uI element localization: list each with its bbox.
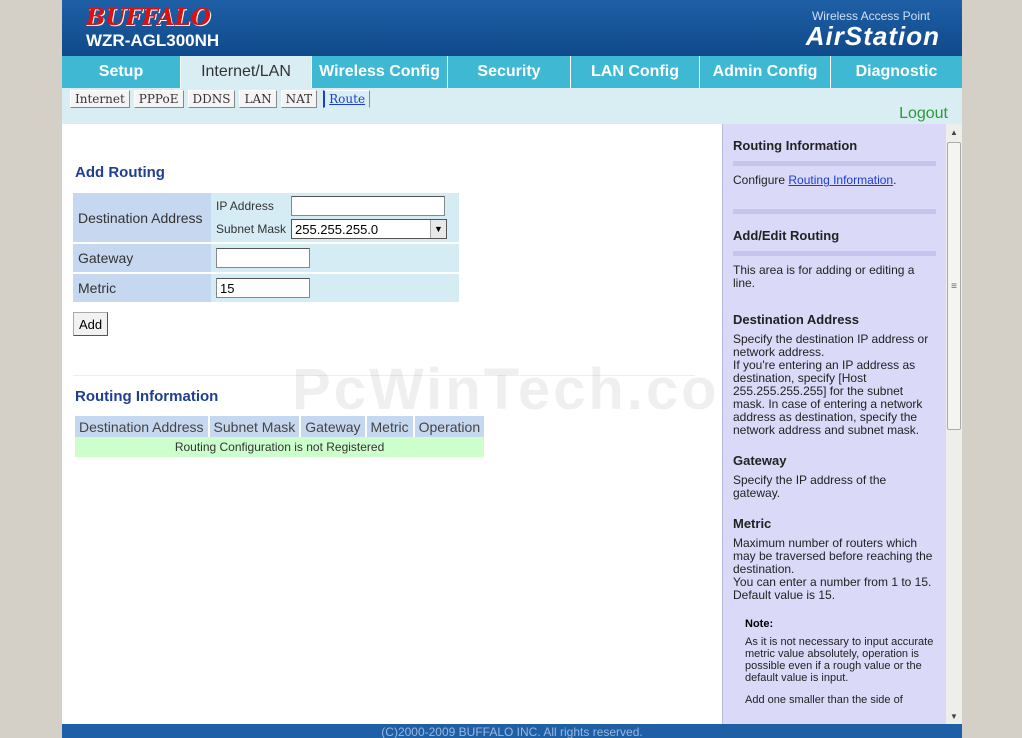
subnet-mask-value: 255.255.255.0 xyxy=(295,221,379,237)
subtab-nat[interactable]: NAT xyxy=(280,90,318,108)
main-content: Add Routing Destination Address IP Addre… xyxy=(62,124,771,724)
help-scrollbar[interactable]: ▲ ≡ ▼ xyxy=(946,124,962,724)
help-destination-text-2: If you're entering an IP address as dest… xyxy=(733,358,923,437)
help-note-text-2: Add one smaller than the side of xyxy=(745,694,903,706)
sub-tab-bar: Internet PPPoE DDNS LAN NAT Route Logout xyxy=(62,88,962,124)
routing-information-title: Routing Information xyxy=(75,388,219,405)
subtab-route[interactable]: Route xyxy=(323,90,371,108)
add-button[interactable]: Add xyxy=(73,312,109,336)
help-title: Routing Information xyxy=(733,138,858,153)
brand-logo: BUFFALO xyxy=(86,4,211,31)
help-metric-title: Metric xyxy=(733,516,772,531)
metric-input[interactable] xyxy=(216,278,310,298)
subtab-internet[interactable]: Internet xyxy=(70,90,130,108)
subnet-mask-select[interactable]: 255.255.255.0 ▼ xyxy=(291,219,447,239)
section-divider xyxy=(73,375,695,376)
ip-address-input[interactable] xyxy=(291,196,445,216)
metric-label: Metric xyxy=(73,274,211,302)
footer-copyright: (C)2000-2009 BUFFALO INC. All rights res… xyxy=(62,724,962,738)
help-note-title: Note: xyxy=(745,618,774,630)
main-tabs: Setup Internet/LAN Wireless Config Secur… xyxy=(62,56,962,88)
help-divider xyxy=(733,161,936,166)
help-add-edit-title: Add/Edit Routing xyxy=(733,228,840,243)
help-gateway-text: Specify the IP address of the gateway. xyxy=(733,473,887,500)
scrollbar-thumb[interactable]: ≡ xyxy=(947,142,961,430)
tab-diagnostic[interactable]: Diagnostic xyxy=(831,56,962,88)
help-configure-suffix: . xyxy=(893,173,897,187)
help-configure-prefix: Configure xyxy=(733,173,789,187)
subnet-mask-label: Subnet Mask xyxy=(216,222,287,236)
sub-tabs: Internet PPPoE DDNS LAN NAT Route xyxy=(70,90,371,108)
help-metric-text: Maximum number of routers which may be t… xyxy=(733,536,933,576)
watermark: PcWinTech.com xyxy=(292,357,775,422)
subtab-ddns[interactable]: DDNS xyxy=(187,90,236,108)
help-divider xyxy=(733,209,936,214)
routing-table-header: Destination Address Subnet Mask Gateway … xyxy=(75,416,485,437)
metric-field-cell xyxy=(211,274,459,302)
gateway-label: Gateway xyxy=(73,244,211,272)
scroll-up-icon[interactable]: ▲ xyxy=(946,124,962,140)
tab-security[interactable]: Security xyxy=(448,56,571,88)
destination-address-fields: IP Address Subnet Mask 255.255.255.0 ▼ xyxy=(211,193,459,242)
table-row: Routing Configuration is not Registered xyxy=(75,437,485,457)
tab-admin-config[interactable]: Admin Config xyxy=(700,56,831,88)
model-name: WZR-AGL300NH xyxy=(86,31,220,50)
router-admin-page: BUFFALO WZR-AGL300NH Wireless Access Poi… xyxy=(62,0,962,738)
column-destination-address: Destination Address xyxy=(75,416,208,437)
destination-address-label: Destination Address xyxy=(73,193,211,242)
gateway-field-cell xyxy=(211,244,459,272)
tab-lan-config[interactable]: LAN Config xyxy=(571,56,700,88)
tab-wireless-config[interactable]: Wireless Config xyxy=(312,56,448,88)
header-banner: BUFFALO WZR-AGL300NH Wireless Access Poi… xyxy=(62,0,962,56)
product-logo: AirStation xyxy=(805,21,940,51)
logout-link[interactable]: Logout xyxy=(899,105,948,123)
help-note-text: As it is not necessary to input accurate… xyxy=(745,636,934,684)
help-panel: Routing Information Configure Routing In… xyxy=(722,124,946,724)
help-destination-text: Specify the destination IP address or ne… xyxy=(733,332,929,359)
tab-internet-lan[interactable]: Internet/LAN xyxy=(181,56,312,88)
scroll-down-icon[interactable]: ▼ xyxy=(946,708,962,724)
gateway-input[interactable] xyxy=(216,248,310,268)
help-divider xyxy=(733,251,936,256)
add-routing-form: Destination Address IP Address Subnet Ma… xyxy=(73,191,459,304)
ip-address-label: IP Address xyxy=(216,199,274,213)
routing-information-link[interactable]: Routing Information xyxy=(788,173,893,187)
help-destination-title: Destination Address xyxy=(733,312,859,327)
subtab-lan[interactable]: LAN xyxy=(239,90,277,108)
help-metric-text-2: You can enter a number from 1 to 15. Def… xyxy=(733,575,932,602)
help-configure-text: Configure Routing Information. xyxy=(733,174,936,187)
help-add-edit-text: This area is for adding or editing a lin… xyxy=(733,263,915,290)
column-gateway: Gateway xyxy=(301,416,365,437)
subtab-pppoe[interactable]: PPPoE xyxy=(133,90,184,108)
column-operation: Operation xyxy=(414,416,485,437)
add-routing-title: Add Routing xyxy=(75,164,165,181)
tab-setup[interactable]: Setup xyxy=(62,56,181,88)
empty-message: Routing Configuration is not Registered xyxy=(75,437,485,457)
column-subnet-mask: Subnet Mask xyxy=(209,416,300,437)
routing-table: Destination Address Subnet Mask Gateway … xyxy=(73,416,486,457)
column-metric: Metric xyxy=(366,416,413,437)
help-gateway-title: Gateway xyxy=(733,453,787,468)
chevron-down-icon[interactable]: ▼ xyxy=(430,220,446,238)
